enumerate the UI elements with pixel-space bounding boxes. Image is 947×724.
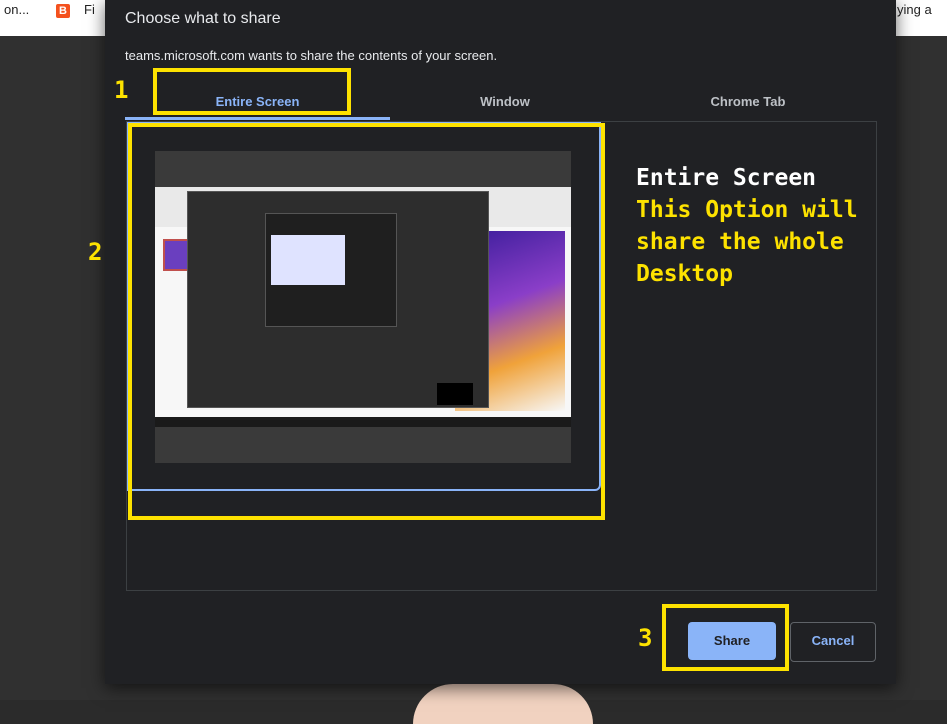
marker-1: 1 (114, 76, 129, 104)
marker-3: 3 (638, 624, 653, 652)
blogger-logo-icon: B (56, 4, 70, 18)
dialog-title: Choose what to share (125, 10, 281, 27)
annotation-note: Entire Screen This Option will share the… (636, 162, 947, 290)
background-tab-fragment: ying a (897, 2, 932, 17)
highlight-box-share (662, 604, 789, 671)
highlight-box-preview (128, 123, 605, 520)
cancel-button[interactable]: Cancel (790, 622, 876, 662)
note-heading: Entire Screen (636, 165, 817, 191)
background-tab-fragment: Fi (84, 2, 95, 17)
tab-chrome-tab[interactable]: Chrome Tab (620, 84, 876, 120)
tab-window[interactable]: Window (390, 84, 620, 120)
note-line: Desktop (636, 261, 733, 287)
marker-2: 2 (88, 238, 103, 266)
active-tab-indicator (125, 117, 390, 120)
highlight-box-tab (153, 68, 351, 115)
background-tab-fragment: on... (4, 2, 30, 17)
dialog-subtitle: teams.microsoft.com wants to share the c… (125, 48, 498, 63)
note-line: This Option will (636, 197, 858, 223)
note-line: share the whole (636, 229, 844, 255)
background-video-person (413, 684, 593, 724)
